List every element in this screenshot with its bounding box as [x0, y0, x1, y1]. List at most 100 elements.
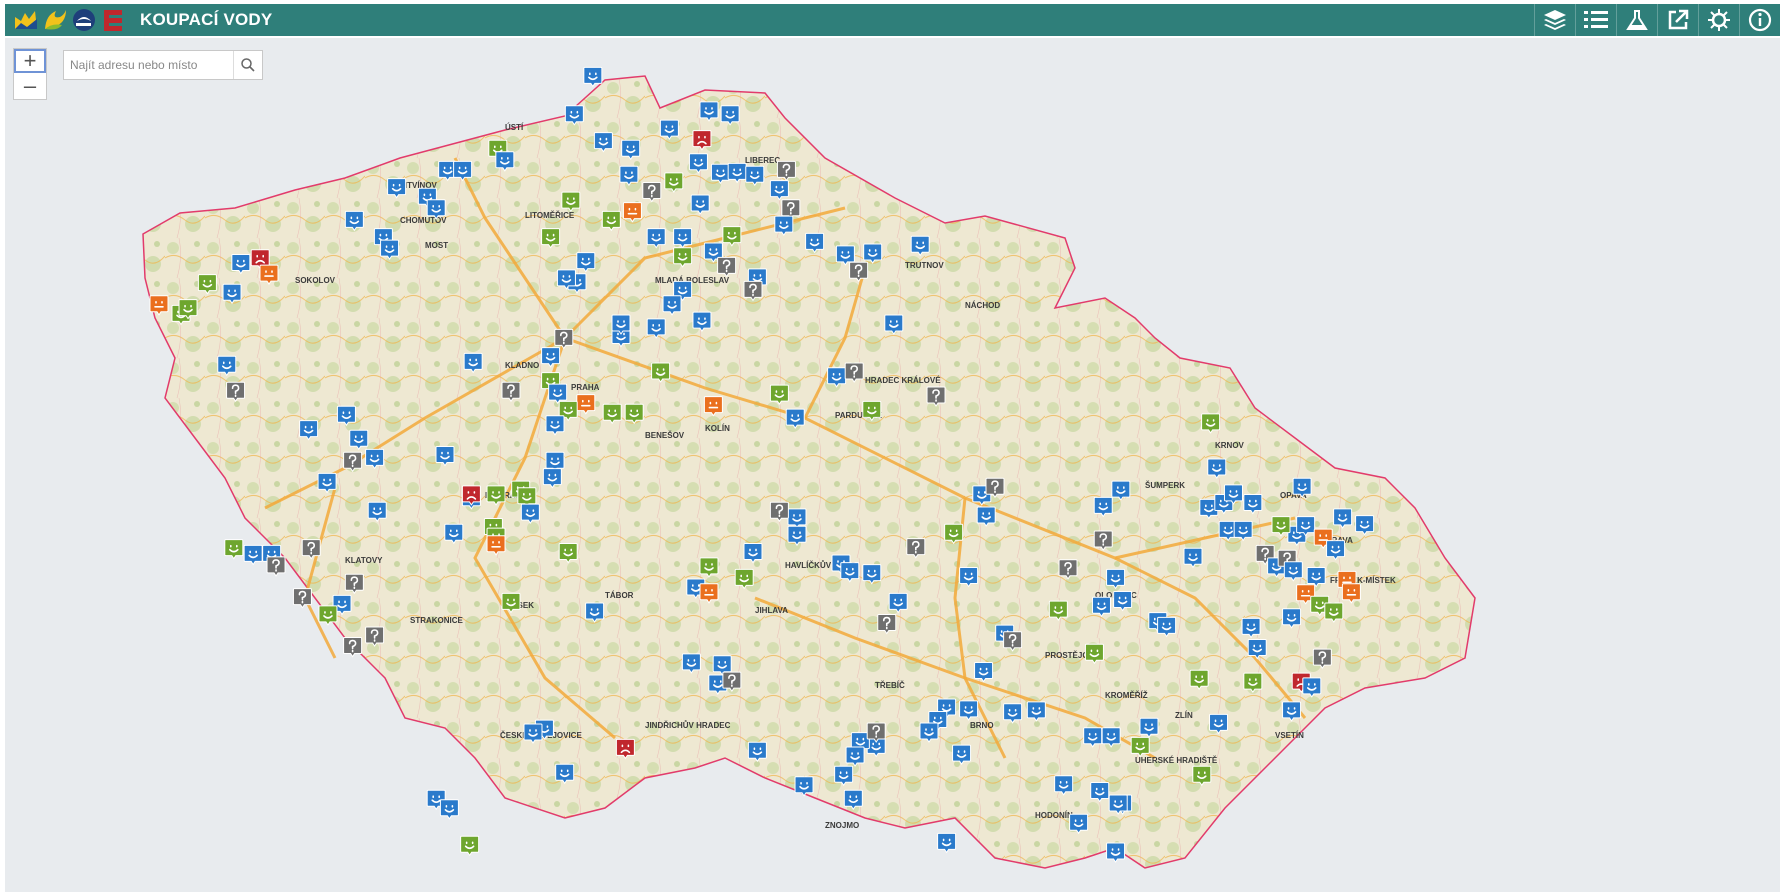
bathing-site-marker[interactable] — [673, 228, 693, 249]
bathing-site-marker[interactable] — [344, 573, 364, 595]
analysis-button[interactable] — [1616, 4, 1657, 36]
bathing-site-marker[interactable] — [769, 384, 789, 405]
bathing-site-marker[interactable] — [959, 700, 979, 721]
bathing-site-marker[interactable] — [463, 352, 483, 374]
bathing-site-marker[interactable] — [1243, 494, 1263, 515]
bathing-site-marker[interactable] — [367, 501, 387, 523]
bathing-site-marker[interactable] — [224, 539, 244, 560]
bathing-site-marker[interactable] — [844, 362, 864, 383]
zoom-in-button[interactable]: + — [14, 48, 46, 73]
bathing-site-marker[interactable] — [301, 539, 321, 560]
bathing-site-marker[interactable] — [1093, 530, 1113, 551]
bathing-site-marker[interactable] — [611, 314, 631, 335]
bathing-site-marker[interactable] — [1243, 672, 1263, 693]
bathing-site-marker[interactable] — [1157, 616, 1177, 638]
bathing-site-marker[interactable] — [601, 210, 621, 232]
bathing-site-marker[interactable] — [1247, 638, 1267, 660]
bathing-site-marker[interactable] — [222, 283, 242, 305]
bathing-site-marker[interactable] — [365, 448, 385, 470]
bathing-site-marker[interactable] — [1130, 736, 1150, 758]
bathing-site-marker[interactable] — [460, 835, 480, 857]
bathing-site-marker[interactable] — [149, 295, 169, 316]
bathing-site-marker[interactable] — [840, 562, 860, 583]
bathing-site-marker[interactable] — [1048, 600, 1068, 621]
bathing-site-marker[interactable] — [1209, 713, 1229, 735]
bathing-site-marker[interactable] — [365, 626, 385, 647]
bathing-site-marker[interactable] — [1324, 602, 1344, 623]
bathing-site-marker[interactable] — [959, 566, 979, 588]
bathing-site-marker[interactable] — [1192, 765, 1212, 787]
bathing-site-marker[interactable] — [884, 314, 904, 335]
bathing-site-marker[interactable] — [703, 396, 723, 417]
bathing-site-marker[interactable] — [1241, 617, 1261, 639]
bathing-site-marker[interactable] — [805, 232, 825, 254]
bathing-site-marker[interactable] — [501, 381, 521, 403]
bathing-site-marker[interactable] — [226, 381, 246, 403]
bathing-site-marker[interactable] — [1233, 520, 1253, 542]
bathing-site-marker[interactable] — [299, 420, 319, 441]
bathing-site-marker[interactable] — [486, 485, 506, 506]
map-canvas[interactable]: ÚSTÍ LITVÍNOV LITOMĚŘICE MLADÁ BOLESLAV KLAD… — [5, 38, 1780, 892]
bathing-site-marker[interactable] — [743, 542, 763, 564]
bathing-site-marker[interactable] — [1069, 813, 1089, 835]
bathing-site-marker[interactable] — [317, 472, 337, 494]
bathing-site-marker[interactable] — [1091, 596, 1111, 618]
bathing-site-marker[interactable] — [866, 722, 886, 743]
bathing-site-marker[interactable] — [624, 403, 644, 425]
bathing-site-marker[interactable] — [486, 535, 506, 556]
bathing-site-marker[interactable] — [593, 132, 613, 153]
bathing-site-marker[interactable] — [501, 592, 521, 614]
bathing-site-marker[interactable] — [266, 556, 286, 577]
bathing-site-marker[interactable] — [523, 723, 543, 744]
bathing-site-marker[interactable] — [774, 215, 794, 237]
bathing-site-marker[interactable] — [1113, 590, 1133, 612]
bathing-site-marker[interactable] — [1054, 775, 1074, 796]
bathing-site-marker[interactable] — [178, 299, 198, 320]
bathing-site-marker[interactable] — [1283, 561, 1303, 582]
bathing-site-marker[interactable] — [1106, 568, 1126, 590]
bathing-site-marker[interactable] — [1312, 648, 1332, 669]
bathing-site-marker[interactable] — [1201, 413, 1221, 434]
bathing-site-marker[interactable] — [621, 139, 641, 161]
bathing-site-marker[interactable] — [444, 523, 464, 545]
bathing-site-marker[interactable] — [561, 191, 581, 213]
bathing-site-marker[interactable] — [717, 256, 737, 278]
bathing-site-marker[interactable] — [743, 280, 763, 302]
bathing-site-marker[interactable] — [673, 247, 693, 268]
bathing-site-marker[interactable] — [1292, 477, 1312, 499]
bathing-site-marker[interactable] — [1341, 583, 1361, 604]
bathing-site-marker[interactable] — [692, 311, 712, 333]
search-input[interactable] — [64, 52, 233, 78]
bathing-site-marker[interactable] — [651, 362, 671, 383]
bathing-site-marker[interactable] — [646, 318, 666, 339]
bathing-site-marker[interactable] — [1106, 842, 1126, 863]
bathing-site-marker[interactable] — [769, 180, 789, 201]
bathing-site-marker[interactable] — [555, 763, 575, 785]
bathing-site-marker[interactable] — [318, 605, 338, 626]
bathing-site-marker[interactable] — [745, 165, 765, 187]
bathing-site-marker[interactable] — [734, 568, 754, 590]
search-button[interactable] — [233, 51, 262, 79]
map-svg[interactable]: ÚSTÍLITVÍNOVLITOMĚŘICEMLADÁ BOLESLAVKLAD… — [5, 38, 1780, 892]
bathing-site-marker[interactable] — [646, 228, 666, 249]
bathing-site-marker[interactable] — [1093, 496, 1113, 518]
bathing-site-marker[interactable] — [292, 588, 312, 609]
legend-button[interactable] — [1575, 4, 1616, 36]
bathing-site-marker[interactable] — [583, 66, 603, 88]
bathing-site-marker[interactable] — [1282, 701, 1302, 722]
bathing-site-marker[interactable] — [1355, 515, 1375, 536]
bathing-site-marker[interactable] — [722, 226, 742, 247]
bathing-site-marker[interactable] — [1083, 727, 1103, 748]
bathing-site-marker[interactable] — [710, 163, 730, 185]
bathing-site-marker[interactable] — [974, 662, 994, 683]
bathing-site-marker[interactable] — [863, 243, 883, 264]
bathing-site-marker[interactable] — [1326, 540, 1346, 561]
bathing-site-marker[interactable] — [217, 355, 237, 377]
bathing-site-marker[interactable] — [926, 386, 946, 407]
bathing-site-marker[interactable] — [1111, 480, 1131, 501]
info-button[interactable] — [1739, 4, 1780, 36]
bathing-site-marker[interactable] — [585, 602, 605, 623]
bathing-site-marker[interactable] — [615, 738, 635, 760]
bathing-site-marker[interactable] — [1302, 677, 1322, 698]
bathing-site-marker[interactable] — [602, 403, 622, 425]
